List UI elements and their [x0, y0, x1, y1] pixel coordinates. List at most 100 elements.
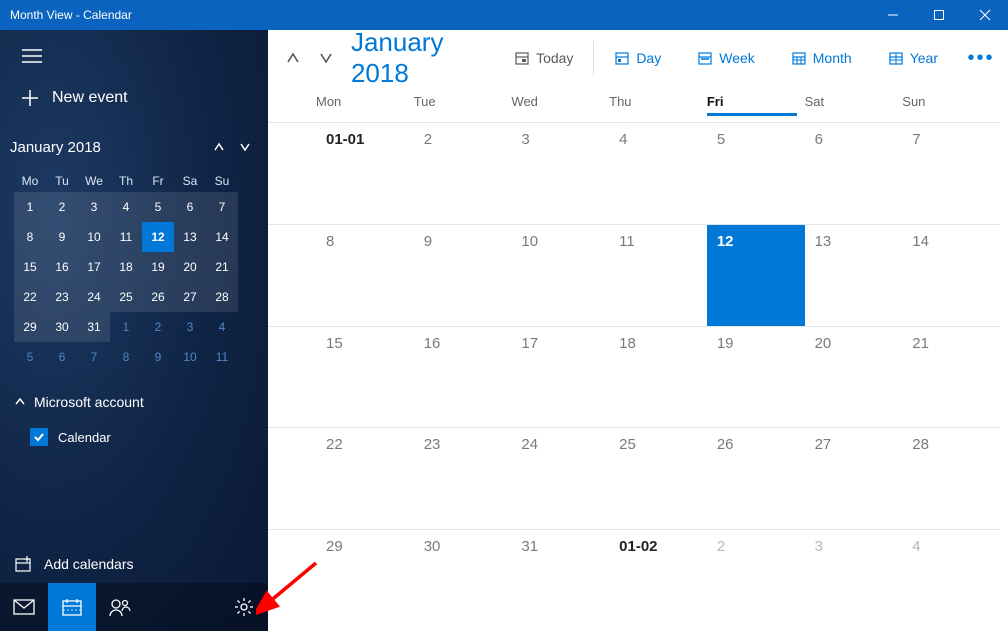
mini-day-cell[interactable]: 5: [142, 192, 174, 222]
mini-day-cell[interactable]: 7: [78, 342, 110, 372]
minimize-button[interactable]: [870, 0, 916, 30]
mini-day-cell[interactable]: 3: [174, 312, 206, 342]
mini-day-cell[interactable]: 29: [14, 312, 46, 342]
mini-day-cell[interactable]: 6: [46, 342, 78, 372]
day-cell[interactable]: 26: [707, 427, 805, 529]
day-cell[interactable]: 5: [707, 122, 805, 224]
day-cell[interactable]: 30: [414, 529, 512, 631]
day-cell[interactable]: 23: [414, 427, 512, 529]
mini-day-cell[interactable]: 1: [14, 192, 46, 222]
mini-day-cell[interactable]: 17: [78, 252, 110, 282]
day-cell[interactable]: 4: [609, 122, 707, 224]
more-button[interactable]: •••: [966, 41, 996, 75]
mail-button[interactable]: [0, 583, 48, 631]
day-cell[interactable]: 11: [609, 224, 707, 326]
day-cell[interactable]: 01-01: [316, 122, 414, 224]
day-view-button[interactable]: Day: [606, 44, 669, 72]
new-event-button[interactable]: New event: [12, 82, 256, 114]
day-cell[interactable]: 2: [707, 529, 805, 631]
mini-day-cell[interactable]: 4: [206, 312, 238, 342]
day-cell[interactable]: 18: [609, 326, 707, 428]
day-cell[interactable]: 25: [609, 427, 707, 529]
day-cell[interactable]: 15: [316, 326, 414, 428]
mini-day-cell[interactable]: 8: [110, 342, 142, 372]
day-cell[interactable]: 21: [902, 326, 1000, 428]
mini-day-cell[interactable]: 11: [206, 342, 238, 372]
day-cell[interactable]: 6: [805, 122, 903, 224]
day-cell[interactable]: 10: [511, 224, 609, 326]
prev-month-button[interactable]: [280, 43, 306, 73]
mini-day-cell[interactable]: 6: [174, 192, 206, 222]
mini-next-button[interactable]: [232, 134, 258, 160]
day-cell[interactable]: 01-02: [609, 529, 707, 631]
day-cell[interactable]: 8: [316, 224, 414, 326]
mini-day-cell[interactable]: 14: [206, 222, 238, 252]
year-view-button[interactable]: Year: [880, 44, 946, 72]
week-view-button[interactable]: Week: [689, 44, 763, 72]
mini-day-cell[interactable]: 7: [206, 192, 238, 222]
day-cell[interactable]: 17: [511, 326, 609, 428]
day-cell[interactable]: 2: [414, 122, 512, 224]
mini-day-cell[interactable]: 31: [78, 312, 110, 342]
day-cell[interactable]: 9: [414, 224, 512, 326]
mini-day-cell[interactable]: 13: [174, 222, 206, 252]
mini-day-cell[interactable]: 9: [46, 222, 78, 252]
day-cell[interactable]: 29: [316, 529, 414, 631]
people-button[interactable]: [96, 583, 144, 631]
day-cell[interactable]: 3: [511, 122, 609, 224]
next-month-button[interactable]: [312, 43, 338, 73]
mini-day-cell[interactable]: 20: [174, 252, 206, 282]
day-cell[interactable]: 19: [707, 326, 805, 428]
maximize-button[interactable]: [916, 0, 962, 30]
day-cell[interactable]: 13: [805, 224, 903, 326]
mini-day-cell[interactable]: 10: [78, 222, 110, 252]
day-cell[interactable]: 12: [707, 224, 805, 326]
mini-day-cell[interactable]: 12: [142, 222, 174, 252]
day-cell[interactable]: 7: [902, 122, 1000, 224]
mini-day-cell[interactable]: 11: [110, 222, 142, 252]
day-cell[interactable]: 28: [902, 427, 1000, 529]
today-button[interactable]: Today: [506, 44, 581, 72]
mini-day-cell[interactable]: 10: [174, 342, 206, 372]
mini-day-cell[interactable]: 30: [46, 312, 78, 342]
mini-day-cell[interactable]: 16: [46, 252, 78, 282]
mini-day-cell[interactable]: 3: [78, 192, 110, 222]
mini-day-cell[interactable]: 4: [110, 192, 142, 222]
day-cell[interactable]: 27: [805, 427, 903, 529]
mini-day-cell[interactable]: 22: [14, 282, 46, 312]
hamburger-button[interactable]: [20, 44, 44, 68]
day-cell[interactable]: 20: [805, 326, 903, 428]
mini-day-cell[interactable]: 21: [206, 252, 238, 282]
day-cell[interactable]: 3: [805, 529, 903, 631]
mini-day-cell[interactable]: 15: [14, 252, 46, 282]
day-cell[interactable]: 31: [511, 529, 609, 631]
settings-button[interactable]: [220, 583, 268, 631]
mini-day-cell[interactable]: 18: [110, 252, 142, 282]
close-button[interactable]: [962, 0, 1008, 30]
month-view-button[interactable]: Month: [783, 44, 860, 72]
mini-day-cell[interactable]: 19: [142, 252, 174, 282]
mini-day-cell[interactable]: 27: [174, 282, 206, 312]
day-cell[interactable]: 22: [316, 427, 414, 529]
mini-day-cell[interactable]: 9: [142, 342, 174, 372]
mini-day-cell[interactable]: 2: [142, 312, 174, 342]
calendar-app-button[interactable]: [48, 583, 96, 631]
mini-prev-button[interactable]: [206, 134, 232, 160]
day-cell[interactable]: 4: [902, 529, 1000, 631]
calendar-checkbox-row[interactable]: Calendar: [0, 422, 268, 452]
mini-day-cell[interactable]: 28: [206, 282, 238, 312]
add-calendars-button[interactable]: Add calendars: [0, 549, 268, 583]
mini-day-cell[interactable]: 1: [110, 312, 142, 342]
mini-day-cell[interactable]: 24: [78, 282, 110, 312]
mini-day-cell[interactable]: 26: [142, 282, 174, 312]
mini-day-cell[interactable]: 25: [110, 282, 142, 312]
mini-day-cell[interactable]: 2: [46, 192, 78, 222]
sidebar: New event January 2018 MoTuWeThFrSaSu 12…: [0, 30, 268, 631]
mini-day-cell[interactable]: 23: [46, 282, 78, 312]
day-cell[interactable]: 14: [902, 224, 1000, 326]
mini-day-cell[interactable]: 5: [14, 342, 46, 372]
day-cell[interactable]: 16: [414, 326, 512, 428]
account-toggle[interactable]: Microsoft account: [0, 388, 268, 416]
day-cell[interactable]: 24: [511, 427, 609, 529]
mini-day-cell[interactable]: 8: [14, 222, 46, 252]
